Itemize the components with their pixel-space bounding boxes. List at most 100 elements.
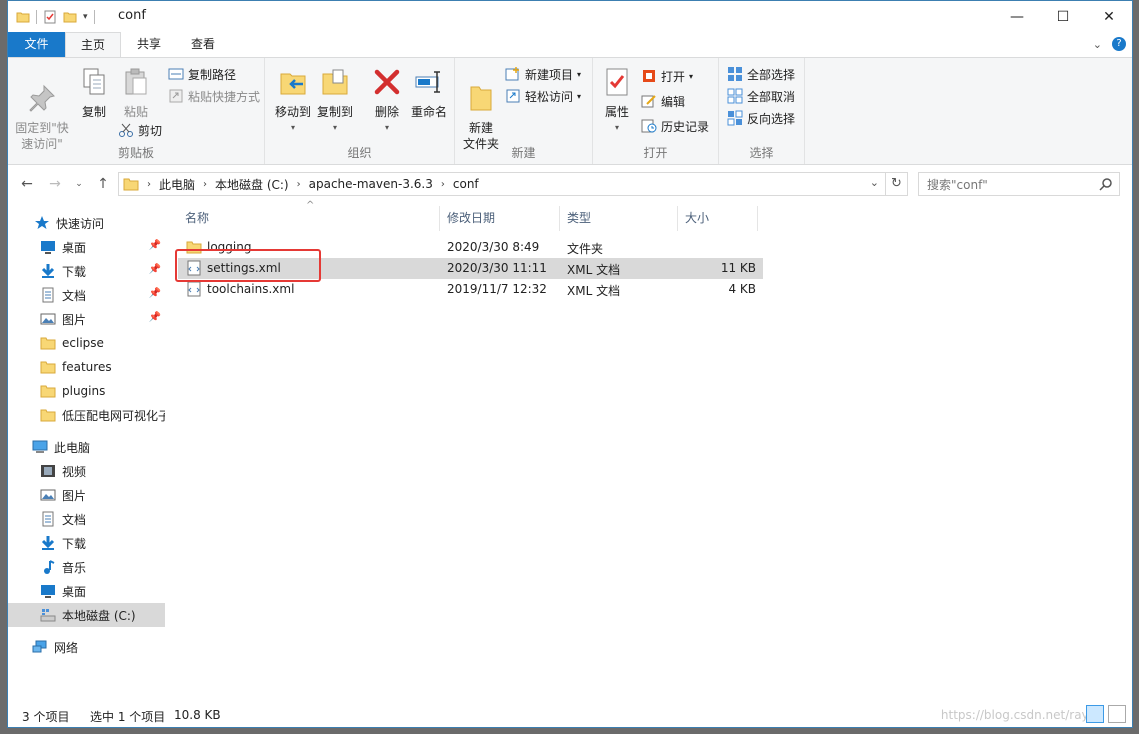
- chevron-right-icon[interactable]: ›: [295, 179, 303, 190]
- paste-shortcut-icon: [169, 89, 183, 103]
- open-button[interactable]: 打开 ▾: [641, 66, 693, 86]
- minimize-button[interactable]: —: [994, 1, 1040, 32]
- nav-label: 本地磁盘 (C:): [62, 608, 136, 623]
- folder-icon[interactable]: [16, 10, 30, 24]
- nav-item-desktop[interactable]: 桌面 📌: [8, 235, 165, 259]
- column-header-name[interactable]: 名称: [178, 206, 440, 231]
- new-item-button[interactable]: 新建项目 ▾: [505, 64, 581, 84]
- nav-network[interactable]: 网络: [8, 635, 165, 659]
- nav-item-pc-documents[interactable]: 文档: [8, 507, 165, 531]
- breadcrumb-maven[interactable]: apache-maven-3.6.3: [303, 177, 439, 191]
- breadcrumb-this-pc[interactable]: 此电脑: [153, 176, 201, 193]
- forward-arrow-icon[interactable]: →: [46, 175, 64, 193]
- tab-share[interactable]: 共享: [122, 32, 176, 57]
- paste-shortcut-button[interactable]: 粘贴快捷方式: [168, 86, 260, 106]
- copy-path-button[interactable]: 复制路径: [168, 64, 236, 84]
- chevron-right-icon[interactable]: ›: [201, 179, 209, 190]
- nav-item-videos[interactable]: 视频: [8, 459, 165, 483]
- search-icon[interactable]: [1099, 177, 1113, 191]
- nav-item-local-disk[interactable]: 本地磁盘 (C:): [8, 603, 165, 627]
- pin-quick-access-button[interactable]: 固定到"快 速访问": [14, 66, 70, 152]
- paste-button[interactable]: 粘贴: [116, 66, 156, 120]
- chevron-right-icon[interactable]: ›: [145, 179, 153, 190]
- copy-to-button[interactable]: 复制到 ▾: [315, 66, 355, 136]
- edit-icon: [641, 95, 656, 108]
- chevron-down-icon: ▾: [577, 69, 582, 79]
- edit-button[interactable]: 编辑: [641, 91, 685, 111]
- copy-to-label: 复制到: [316, 105, 353, 119]
- delete-button[interactable]: 删除 ▾: [369, 66, 405, 136]
- pin-icon[interactable]: 📌: [149, 312, 161, 323]
- back-arrow-icon[interactable]: ←: [18, 175, 36, 193]
- history-button[interactable]: 历史记录: [641, 116, 709, 136]
- select-none-label: 全部取消: [747, 89, 796, 104]
- tab-home[interactable]: 主页: [65, 32, 122, 58]
- column-header-date[interactable]: 修改日期: [440, 206, 560, 231]
- nav-item-eclipse[interactable]: eclipse: [8, 331, 165, 355]
- customize-toolbar-icon[interactable]: ▾: [83, 12, 88, 22]
- pin-icon[interactable]: 📌: [149, 240, 161, 251]
- rename-button[interactable]: 重命名: [407, 66, 451, 120]
- picture-icon: [40, 313, 56, 325]
- select-all-button[interactable]: 全部选择: [727, 64, 795, 84]
- desktop-icon: [41, 585, 55, 598]
- chevron-down-icon[interactable]: ⌄: [1093, 38, 1102, 51]
- chevron-right-icon[interactable]: ›: [439, 179, 447, 190]
- pin-icon[interactable]: 📌: [149, 288, 161, 299]
- search-input[interactable]: 搜索"conf": [918, 172, 1120, 196]
- select-all-icon: [728, 67, 742, 81]
- paste-icon: [125, 68, 147, 95]
- help-icon[interactable]: ?: [1112, 37, 1126, 51]
- nav-item-pc-pictures[interactable]: 图片: [8, 483, 165, 507]
- nav-this-pc[interactable]: 此电脑: [8, 435, 165, 459]
- nav-item-features[interactable]: features: [8, 355, 165, 379]
- large-icons-view-icon[interactable]: [1108, 705, 1126, 723]
- nav-item-music[interactable]: 音乐: [8, 555, 165, 579]
- invert-selection-button[interactable]: 反向选择: [727, 108, 795, 128]
- new-folder-button[interactable]: 新建 文件夹: [461, 66, 501, 152]
- nav-label: 桌面: [62, 584, 87, 599]
- nav-item-pc-desktop[interactable]: 桌面: [8, 579, 165, 603]
- copy-button[interactable]: 复制: [74, 66, 114, 120]
- column-header-type[interactable]: 类型: [560, 206, 678, 231]
- paste-shortcut-label: 粘贴快捷方式: [188, 89, 261, 104]
- move-to-button[interactable]: 移动到 ▾: [273, 66, 313, 136]
- nav-item-documents[interactable]: 文档 📌: [8, 283, 165, 307]
- recent-locations-icon[interactable]: ⌄: [70, 175, 88, 193]
- select-none-button[interactable]: 全部取消: [727, 86, 795, 106]
- nav-label: 低压配电网可视化子: [62, 408, 165, 423]
- office-icon: [643, 70, 655, 82]
- address-dropdown-icon[interactable]: ⌄: [870, 176, 879, 189]
- star-icon: [35, 216, 49, 229]
- column-header-size[interactable]: 大小: [678, 206, 758, 231]
- invert-selection-label: 反向选择: [747, 111, 796, 126]
- table-row[interactable]: toolchains.xml 2019/11/7 12:32 XML 文档 4 …: [178, 279, 763, 300]
- new-folder-icon[interactable]: [63, 10, 77, 24]
- easy-access-button[interactable]: 轻松访问 ▾: [505, 86, 581, 106]
- folder-icon: [40, 409, 56, 422]
- nav-item-pictures[interactable]: 图片 📌: [8, 307, 165, 331]
- details-view-icon[interactable]: [1086, 705, 1104, 723]
- properties-button[interactable]: 属性 ▾: [599, 66, 635, 136]
- new-item-label: 新建项目: [525, 67, 574, 82]
- pin-icon[interactable]: 📌: [149, 264, 161, 275]
- up-arrow-icon[interactable]: ↑: [94, 175, 112, 193]
- breadcrumb-conf[interactable]: conf: [447, 177, 485, 191]
- tab-view[interactable]: 查看: [176, 32, 230, 57]
- cut-button[interactable]: 剪切: [118, 120, 162, 140]
- close-button[interactable]: ✕: [1086, 1, 1132, 32]
- nav-item-pc-downloads[interactable]: 下载: [8, 531, 165, 555]
- maximize-button[interactable]: ☐: [1040, 1, 1086, 32]
- properties-icon[interactable]: [43, 10, 57, 24]
- nav-item-visualization[interactable]: 低压配电网可视化子: [8, 403, 165, 427]
- nav-quick-access[interactable]: 快速访问: [8, 211, 165, 235]
- group-organize: 移动到 ▾ 复制到 ▾ 删除 ▾ 重命名 组织: [265, 58, 455, 164]
- nav-item-plugins[interactable]: plugins: [8, 379, 165, 403]
- address-bar[interactable]: › 此电脑 › 本地磁盘 (C:) › apache-maven-3.6.3 ›…: [118, 172, 908, 196]
- chevron-down-icon: ▾: [577, 91, 582, 101]
- tab-file[interactable]: 文件: [8, 32, 65, 57]
- refresh-icon[interactable]: ↻: [885, 173, 907, 195]
- nav-item-downloads[interactable]: 下载 📌: [8, 259, 165, 283]
- group-label-new: 新建: [511, 146, 536, 160]
- breadcrumb-local-disk[interactable]: 本地磁盘 (C:): [209, 176, 295, 193]
